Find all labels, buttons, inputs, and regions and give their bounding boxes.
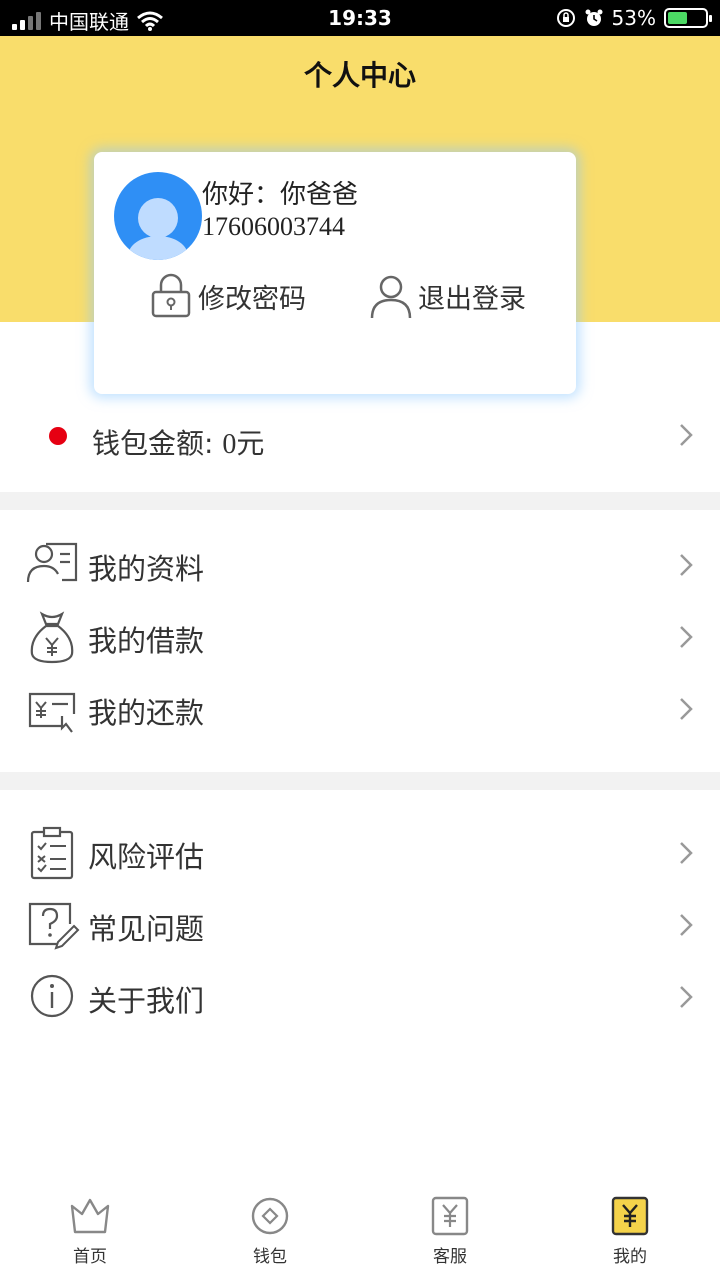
money-bag-icon [30, 611, 74, 664]
chevron-right-icon [680, 424, 693, 446]
chevron-right-icon [680, 554, 693, 576]
tab-label: 我的 [613, 1247, 647, 1267]
logout-label: 退出登录 [418, 283, 526, 315]
profile-card: 你好：你爸爸 17606003744 修改密码 退出登录 [94, 152, 576, 394]
crown-icon [70, 1198, 110, 1234]
red-dot-indicator [49, 427, 67, 445]
battery-charging-icon [664, 8, 712, 28]
tab-bar: 首页 钱包 客服 我的 [0, 1180, 720, 1280]
menu-item-my-repayments[interactable]: 我的还款 [0, 672, 720, 744]
repayment-icon [28, 692, 76, 733]
user-icon [370, 275, 412, 319]
menu-item-my-profile[interactable]: 我的资料 [0, 528, 720, 600]
alarm-icon [585, 9, 603, 26]
lock-icon [151, 273, 191, 318]
menu-label: 我的资料 [88, 552, 205, 586]
section-divider [0, 492, 720, 510]
page-title: 个人中心 [303, 59, 416, 92]
menu-label: 风险评估 [88, 840, 205, 874]
service-yen-icon [431, 1196, 469, 1236]
menu-item-my-loans[interactable]: 我的借款 [0, 600, 720, 672]
tab-service[interactable]: 客服 [360, 1194, 540, 1267]
chevron-right-icon [680, 626, 693, 648]
tab-wallet[interactable]: 钱包 [180, 1194, 360, 1267]
greeting-text: 你好：你爸爸 [202, 180, 359, 210]
menu-item-about-us[interactable]: 关于我们 [0, 960, 720, 1032]
battery-percent: 53% [611, 6, 656, 30]
wallet-coin-icon [251, 1197, 289, 1235]
clipboard-checklist-icon [30, 826, 74, 880]
profile-card-icon [26, 542, 78, 583]
question-icon [28, 902, 80, 950]
chevron-right-icon [680, 842, 693, 864]
menu-label: 我的借款 [88, 624, 205, 658]
tab-home[interactable]: 首页 [0, 1194, 180, 1267]
chevron-right-icon [680, 914, 693, 936]
avatar[interactable] [114, 172, 202, 260]
tab-label: 首页 [73, 1247, 107, 1267]
menu-label: 关于我们 [88, 984, 205, 1018]
chevron-right-icon [680, 698, 693, 720]
logout-button[interactable]: 退出登录 [368, 272, 526, 320]
menu-label: 常见问题 [88, 912, 205, 946]
my-yen-icon [611, 1196, 649, 1236]
wallet-amount-label: 钱包金额: 0元 [92, 427, 265, 460]
rotation-lock-icon [556, 9, 575, 27]
info-icon [30, 974, 74, 1018]
menu-item-risk-assessment[interactable]: 风险评估 [0, 816, 720, 888]
tab-label: 客服 [433, 1247, 467, 1267]
change-password-label: 修改密码 [198, 283, 306, 315]
change-password-button[interactable]: 修改密码 [148, 272, 306, 320]
tab-mine[interactable]: 我的 [540, 1194, 720, 1267]
menu-label: 我的还款 [88, 696, 205, 730]
wallet-row[interactable]: 钱包金额: 0元 [0, 400, 720, 492]
tab-label: 钱包 [253, 1247, 287, 1267]
phone-number: 17606003744 [202, 212, 345, 241]
chevron-right-icon [680, 986, 693, 1008]
status-bar: 中国联通 19:33 53% [0, 0, 720, 36]
menu-item-faq[interactable]: 常见问题 [0, 888, 720, 960]
section-divider [0, 772, 720, 790]
